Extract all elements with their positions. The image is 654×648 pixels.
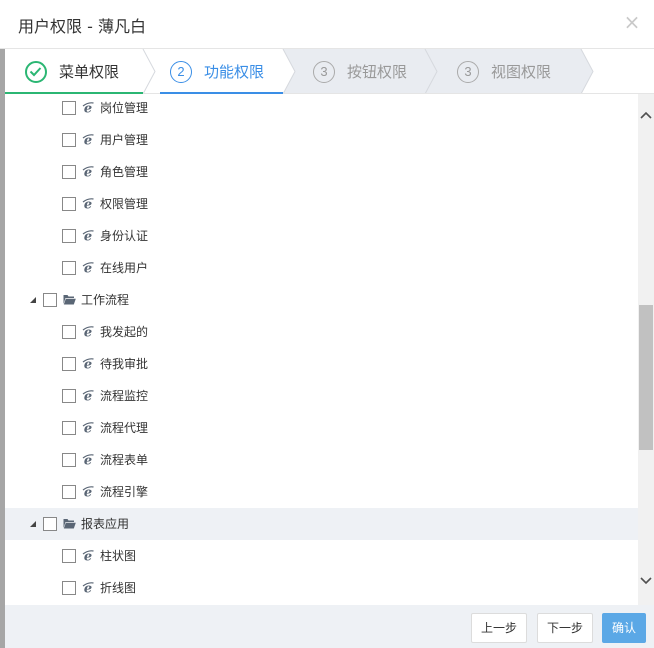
ie-page-icon: e — [82, 454, 94, 467]
ie-page-icon: e — [82, 166, 94, 179]
tree-checkbox[interactable] — [62, 357, 76, 371]
tree-item-row[interactable]: e 柱状图 — [5, 540, 638, 572]
chevron-down-icon[interactable] — [638, 572, 654, 588]
step-menu-permission[interactable]: 菜单权限 — [25, 49, 119, 94]
step-label: 视图权限 — [491, 63, 552, 81]
tree-item-label: 岗位管理 — [100, 101, 149, 115]
tree-folder-row[interactable]: 报表应用 — [5, 508, 638, 540]
ie-page-icon: e — [82, 486, 94, 499]
scrollbar-thumb[interactable] — [639, 305, 653, 450]
ie-page-icon: e — [82, 582, 94, 595]
tree-item-label: 身份认证 — [100, 229, 149, 243]
tree-checkbox[interactable] — [62, 581, 76, 595]
tree-folder-row[interactable]: 工作流程 — [5, 284, 638, 316]
tree-item-row[interactable]: e 流程监控 — [5, 380, 638, 412]
tree-item-row[interactable]: e 用户管理 — [5, 124, 638, 156]
tree-checkbox[interactable] — [62, 101, 76, 115]
folder-open-icon — [63, 519, 76, 529]
tree-checkbox[interactable] — [62, 389, 76, 403]
tree-checkbox[interactable] — [62, 421, 76, 435]
close-icon[interactable]: × — [622, 12, 642, 32]
step-label: 功能权限 — [204, 63, 265, 81]
dialog-title: 用户权限 - 薄凡白 — [18, 17, 146, 36]
tree-item-row[interactable]: e 在线用户 — [5, 252, 638, 284]
tree-checkbox[interactable] — [62, 133, 76, 147]
chevron-up-icon[interactable] — [638, 108, 654, 124]
ie-page-icon: e — [82, 134, 94, 147]
tree-item-row[interactable]: e 权限管理 — [5, 188, 638, 220]
tree-item-row[interactable]: e 折线图 — [5, 572, 638, 604]
dialog-header: 用户权限 - 薄凡白 × — [0, 0, 654, 49]
ie-page-icon: e — [82, 390, 94, 403]
tree-checkbox[interactable] — [62, 453, 76, 467]
tree-item-row[interactable]: e 身份认证 — [5, 220, 638, 252]
ie-page-icon: e — [82, 326, 94, 339]
tree-checkbox[interactable] — [62, 197, 76, 211]
tree-item-label: 待我审批 — [100, 357, 149, 371]
tree-item-label: 流程引擎 — [100, 485, 149, 499]
tree-checkbox[interactable] — [62, 229, 76, 243]
tree-item-label: 流程表单 — [100, 453, 149, 467]
tree-item-label: 折线图 — [100, 581, 137, 595]
tree-checkbox[interactable] — [62, 165, 76, 179]
tree-item-row[interactable]: e 角色管理 — [5, 156, 638, 188]
ie-page-icon: e — [82, 422, 94, 435]
tree-item-label: 柱状图 — [100, 549, 137, 563]
ie-page-icon: e — [82, 262, 94, 275]
step-button-permission[interactable]: 3 按钮权限 — [313, 49, 407, 94]
ie-page-icon: e — [82, 550, 94, 563]
tree-checkbox[interactable] — [62, 261, 76, 275]
tree-item-label: 流程代理 — [100, 421, 149, 435]
ie-page-icon: e — [82, 358, 94, 371]
tree-item-label: 在线用户 — [100, 261, 149, 275]
folder-open-icon — [63, 295, 76, 305]
tree-item-label: 用户管理 — [100, 133, 149, 147]
prev-step-button[interactable]: 上一步 — [471, 613, 527, 643]
tree-item-row[interactable]: e 待我审批 — [5, 348, 638, 380]
step-number: 3 — [313, 60, 335, 83]
step-wizard: 菜单权限 2 功能权限 3 按钮权限 3 视图权限 — [5, 49, 654, 94]
permission-tree: e 岗位管理 e 用户管理 e 角色管理 e 权限管理 e 身份认证 e 在线用户 工作流程 e 我发起的 e… — [5, 94, 638, 605]
tree-checkbox[interactable] — [62, 485, 76, 499]
tree-item-row[interactable]: e 流程引擎 — [5, 476, 638, 508]
expand-triangle-icon[interactable] — [29, 296, 37, 304]
tree-item-label: 角色管理 — [100, 165, 149, 179]
tree-checkbox[interactable] — [62, 325, 76, 339]
user-permission-dialog: 用户权限 - 薄凡白 × 菜单权限 2 功能权限 3 按钮权限 3 视图权限 e… — [0, 0, 654, 648]
ie-page-icon: e — [82, 198, 94, 211]
tree-item-label: 工作流程 — [81, 293, 130, 307]
tree-item-label: 流程监控 — [100, 389, 149, 403]
dialog-footer: 上一步 下一步 确认 — [5, 605, 654, 648]
ie-page-icon: e — [82, 230, 94, 243]
tree-checkbox[interactable] — [62, 549, 76, 563]
step-number: 2 — [170, 60, 192, 83]
step-view-permission[interactable]: 3 视图权限 — [457, 49, 551, 94]
next-step-button[interactable]: 下一步 — [537, 613, 593, 643]
tree-checkbox[interactable] — [43, 293, 57, 307]
step-number: 3 — [457, 60, 479, 83]
confirm-button[interactable]: 确认 — [602, 613, 646, 643]
tree-item-row[interactable]: e 岗位管理 — [5, 94, 638, 124]
tree-item-row[interactable]: e 流程代理 — [5, 412, 638, 444]
tree-item-label: 我发起的 — [100, 325, 149, 339]
step-label: 菜单权限 — [59, 63, 120, 81]
tree-item-row[interactable]: e 流程表单 — [5, 444, 638, 476]
step-function-permission[interactable]: 2 功能权限 — [170, 49, 264, 94]
tree-checkbox[interactable] — [43, 517, 57, 531]
tree-item-label: 权限管理 — [100, 197, 149, 211]
tree-item-row[interactable]: e 我发起的 — [5, 316, 638, 348]
check-circle-icon — [25, 60, 47, 83]
tree-item-label: 报表应用 — [81, 517, 130, 531]
tree-scrollbar[interactable] — [638, 94, 654, 605]
step-label: 按钮权限 — [347, 63, 408, 81]
ie-page-icon: e — [82, 102, 94, 115]
expand-triangle-icon[interactable] — [29, 520, 37, 528]
